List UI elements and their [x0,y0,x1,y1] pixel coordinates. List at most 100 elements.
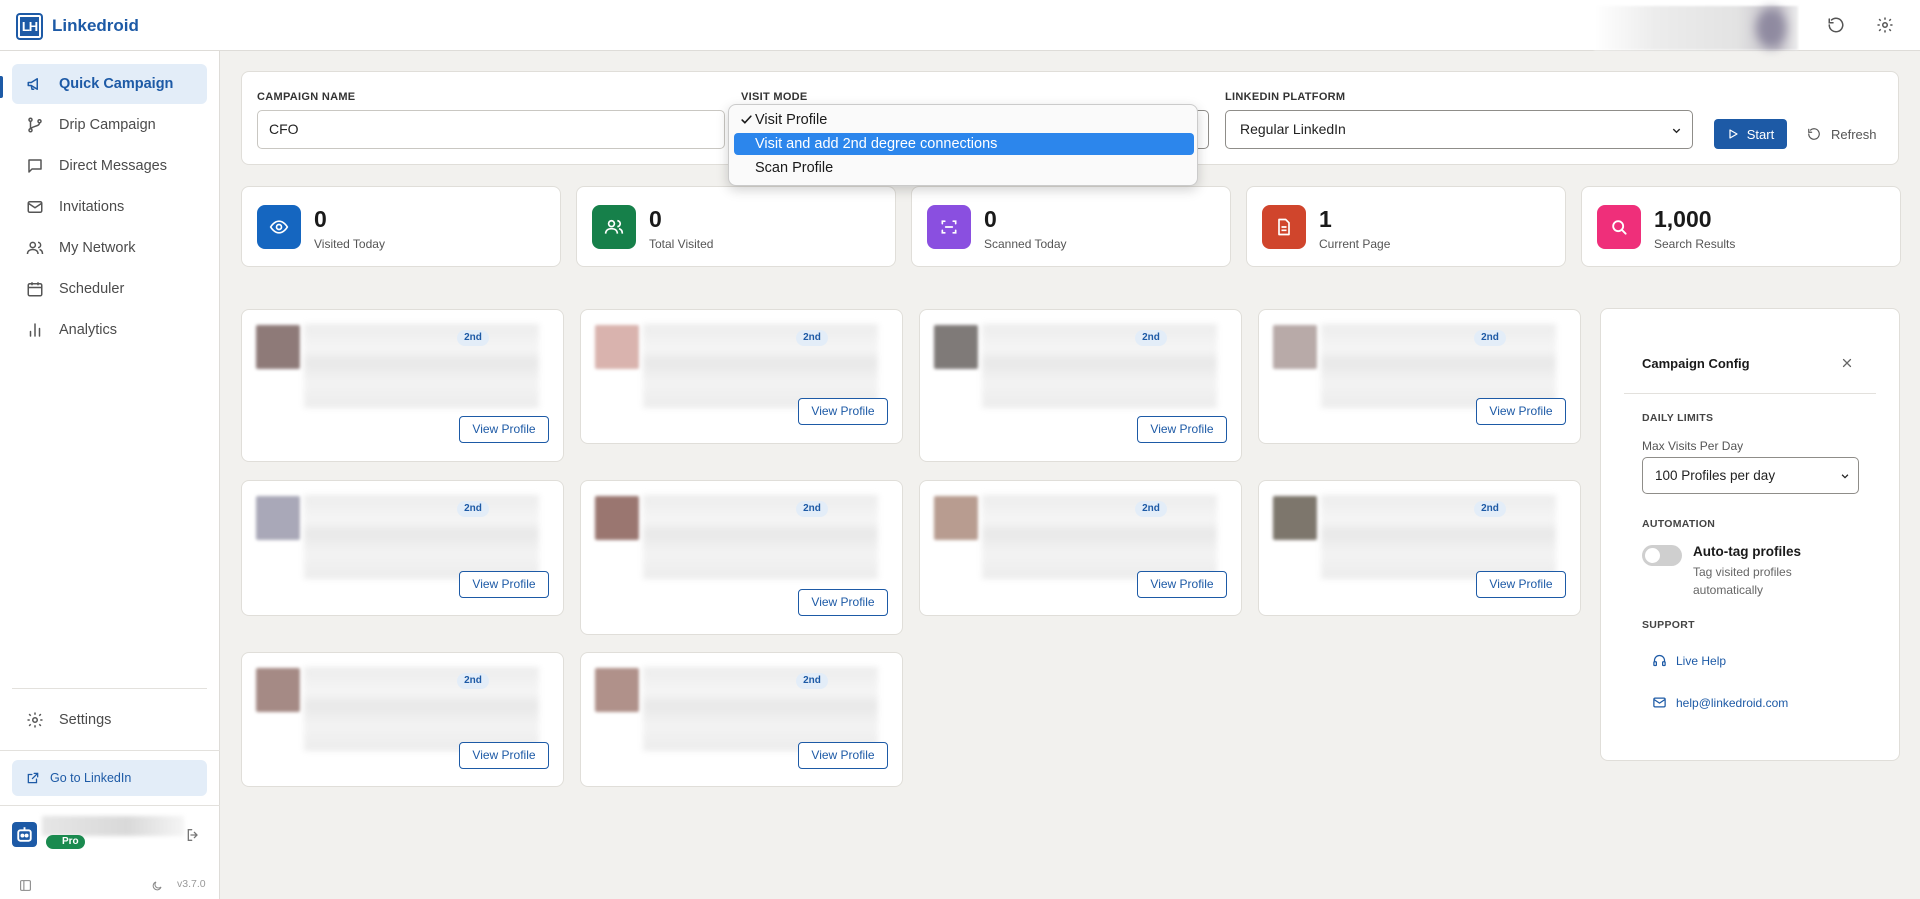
users-icon [604,219,624,234]
profile-avatar [595,668,639,712]
sidebar-item-label: My Network [59,240,136,256]
view-profile-button[interactable]: View Profile [459,742,549,769]
sidebar-toggle-icon[interactable] [19,879,32,892]
view-profile-button[interactable]: View Profile [459,571,549,598]
app-version: v3.7.0 [177,878,206,890]
view-profile-button[interactable]: View Profile [798,589,888,616]
auto-tag-title: Auto-tag profiles [1693,544,1801,559]
auto-tag-toggle[interactable] [1642,545,1682,566]
view-profile-button[interactable]: View Profile [1137,416,1227,443]
document-icon [1278,218,1290,236]
profile-avatar [256,668,300,712]
profile-details-blurred [304,495,539,579]
profile-card: 2nd View Profile [919,480,1242,616]
max-visits-select[interactable]: 100 Profiles per day [1642,457,1859,494]
connection-degree-badge: 2nd [796,673,828,689]
dropdown-option-label: Visit and add 2nd degree connections [755,136,998,152]
refresh-button[interactable]: Refresh [1807,119,1877,149]
stat-value: 0 [984,206,997,232]
live-help-label: Live Help [1676,653,1727,668]
headset-icon [1653,654,1666,667]
profile-avatar [256,496,300,540]
message-icon [28,159,42,173]
profile-card: 2nd View Profile [580,480,903,635]
sidebar-divider [0,805,220,806]
view-profile-button[interactable]: View Profile [798,742,888,769]
connection-degree-badge: 2nd [1135,501,1167,517]
sidebar-item-quick-campaign[interactable]: Quick Campaign [12,64,207,104]
support-email-link[interactable]: help@linkedroid.com [1652,695,1788,710]
status-badge: Pro [46,835,85,849]
go-to-linkedin-label: Go to LinkedIn [50,771,132,785]
sidebar-item-settings[interactable]: Settings [12,700,207,740]
visit-mode-dropdown: Visit Profile Visit and add 2nd degree c… [728,104,1198,186]
profile-details-blurred [982,495,1217,579]
view-profile-button[interactable]: View Profile [1476,398,1566,425]
view-profile-button[interactable]: View Profile [798,398,888,425]
platform-label: LINKEDIN PLATFORM [1225,91,1346,103]
stat-icon-box [1262,205,1306,249]
stat-label: Visited Today [314,237,385,251]
dropdown-option-label: Scan Profile [755,160,834,176]
stat-value: 1 [1319,206,1332,232]
view-profile-button[interactable]: View Profile [1137,571,1227,598]
logout-icon[interactable] [185,827,201,843]
profile-details-blurred [304,667,539,751]
go-to-linkedin-button[interactable]: Go to LinkedIn [12,760,207,796]
connection-degree-badge: 2nd [457,501,489,517]
refresh-icon[interactable] [1827,16,1845,34]
search-icon [1612,220,1627,235]
sidebar-item-invitations[interactable]: Invitations [12,187,207,227]
calendar-icon [27,282,43,297]
sidebar-item-label: Settings [59,712,112,728]
stat-value: 0 [649,206,662,232]
branch-icon [28,117,42,133]
view-profile-button[interactable]: View Profile [459,416,549,443]
daily-limits-heading: DAILY LIMITS [1642,412,1714,424]
checkmark-icon [741,115,752,124]
live-help-link[interactable]: Live Help [1652,653,1726,668]
mail-icon [1653,697,1666,708]
dropdown-option-scan-profile[interactable]: Scan Profile [734,157,1194,179]
sidebar-item-my-network[interactable]: My Network [12,228,207,268]
dropdown-option-label: Visit Profile [755,112,828,128]
sidebar-item-label: Invitations [59,199,125,215]
sidebar-divider [12,688,207,689]
close-icon[interactable] [1841,357,1853,369]
sidebar-item-analytics[interactable]: Analytics [12,310,207,350]
start-button[interactable]: Start [1714,119,1787,149]
stat-icon-box [257,205,301,249]
sidebar-item-label: Drip Campaign [59,117,156,133]
platform-select[interactable]: Regular LinkedIn [1225,110,1693,149]
sidebar-item-direct-messages[interactable]: Direct Messages [12,146,207,186]
sidebar-item-drip-campaign[interactable]: Drip Campaign [12,105,207,145]
max-visits-label: Max Visits Per Day [1642,439,1744,453]
eye-icon [269,220,289,234]
gear-icon[interactable] [1876,16,1894,34]
user-account-blurred[interactable] [1594,6,1798,50]
stat-icon-box [592,205,636,249]
sidebar-item-label: Quick Campaign [59,76,174,92]
dropdown-option-visit-and-add[interactable]: Visit and add 2nd degree connections [734,133,1194,155]
dropdown-option-visit-profile[interactable]: Visit Profile [734,109,1194,131]
external-link-icon [27,772,39,784]
max-visits-value: 100 Profiles per day [1655,468,1776,483]
profile-card: 2nd View Profile [1258,480,1581,616]
support-heading: SUPPORT [1642,619,1695,631]
connection-degree-badge: 2nd [1135,330,1167,346]
chevron-down-icon [1841,474,1849,479]
stat-label: Search Results [1654,237,1736,251]
auto-tag-description: Tag visited profiles [1693,565,1792,579]
sidebar-item-label: Analytics [59,322,118,338]
profile-avatar [934,325,978,369]
stat-card-visited-today: 0 Visited Today [241,186,561,267]
sidebar-item-scheduler[interactable]: Scheduler [12,269,207,309]
users-icon [26,241,44,255]
profile-card: 2nd View Profile [241,652,564,787]
refresh-icon [1808,128,1820,140]
profile-card: 2nd View Profile [241,309,564,462]
campaign-name-field[interactable]: CFO [257,110,725,149]
moon-icon[interactable] [151,880,163,892]
view-profile-button[interactable]: View Profile [1476,571,1566,598]
play-icon [1729,129,1738,139]
